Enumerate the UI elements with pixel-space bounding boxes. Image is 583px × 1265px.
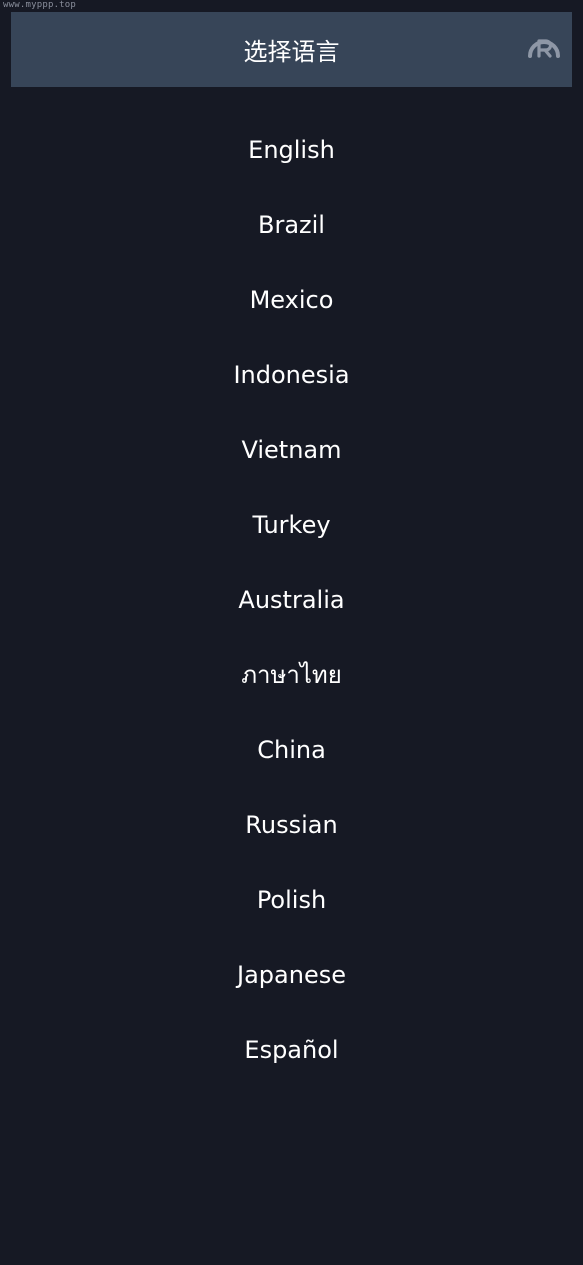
language-option-thai[interactable]: ภาษาไทย bbox=[0, 637, 583, 712]
language-option-russian[interactable]: Russian bbox=[0, 787, 583, 862]
language-option-espanol[interactable]: Español bbox=[0, 1012, 583, 1087]
language-option-english[interactable]: English bbox=[0, 112, 583, 187]
language-option-vietnam[interactable]: Vietnam bbox=[0, 412, 583, 487]
language-option-brazil[interactable]: Brazil bbox=[0, 187, 583, 262]
language-option-japanese[interactable]: Japanese bbox=[0, 937, 583, 1012]
language-option-polish[interactable]: Polish bbox=[0, 862, 583, 937]
page-title: 选择语言 bbox=[243, 38, 340, 66]
header-bar: 选择语言 bbox=[11, 12, 572, 87]
language-option-indonesia[interactable]: Indonesia bbox=[0, 337, 583, 412]
language-option-australia[interactable]: Australia bbox=[0, 562, 583, 637]
language-option-turkey[interactable]: Turkey bbox=[0, 487, 583, 562]
language-list: English Brazil Mexico Indonesia Vietnam … bbox=[0, 112, 583, 1087]
watermark-text: www.myppp.top bbox=[3, 0, 77, 10]
language-option-mexico[interactable]: Mexico bbox=[0, 262, 583, 337]
registered-logo-icon bbox=[526, 32, 562, 60]
language-option-china[interactable]: China bbox=[0, 712, 583, 787]
